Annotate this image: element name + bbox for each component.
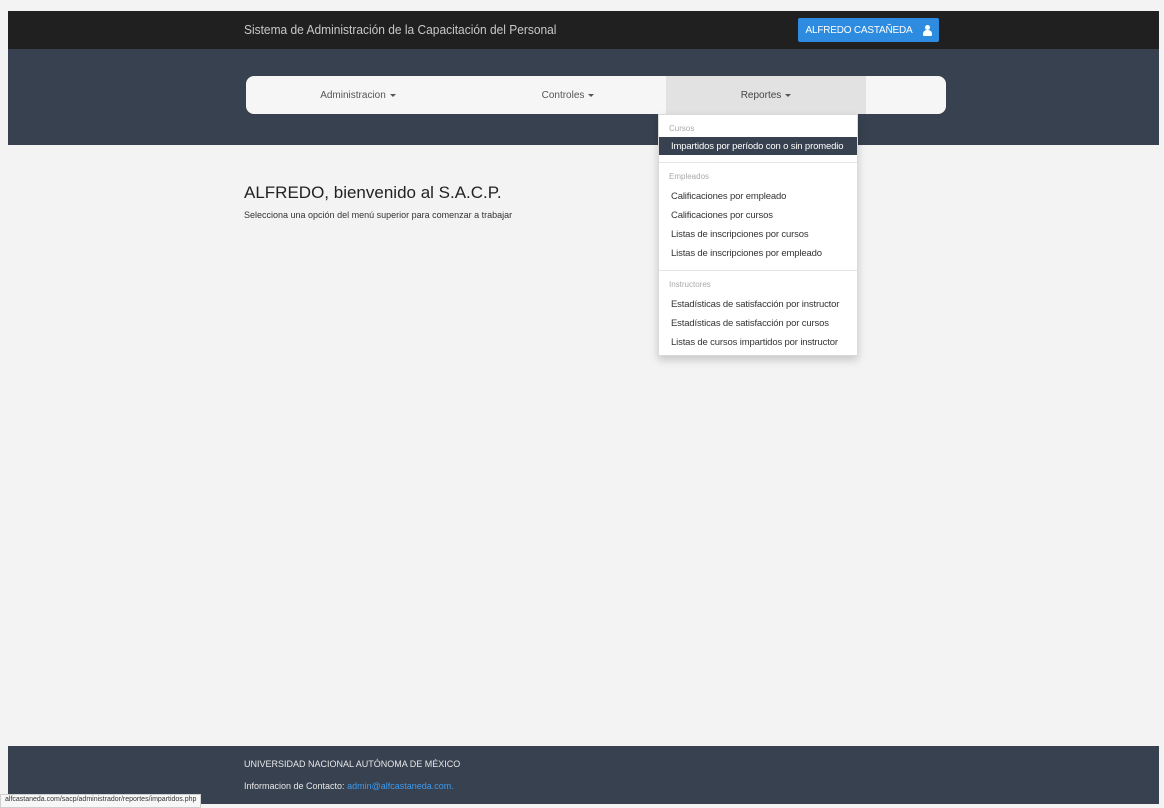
footer-contact-label: Informacion de Contacto: — [244, 781, 345, 791]
menu-item-satisfaccion-por-cursos[interactable]: Estadísticas de satisfacción por cursos — [659, 314, 857, 332]
menu-item-impartidos-por-periodo[interactable]: Impartidos por período con o sin promedi… — [659, 137, 857, 155]
browser-status-url: alfcastaneda.com/sacp/administrador/repo… — [0, 794, 202, 808]
top-bar: Sistema de Administración de la Capacita… — [8, 11, 1159, 49]
nav-reportes[interactable]: Reportes — [666, 76, 866, 114]
system-title: Sistema de Administración de la Capacita… — [244, 22, 557, 37]
menu-item-inscripciones-por-empleado[interactable]: Listas de inscripciones por empleado — [659, 244, 857, 262]
welcome-title: ALFREDO, bienvenido al S.A.C.P. — [244, 183, 502, 202]
dropdown-divider — [659, 162, 857, 163]
nav-administracion-label: Administracion — [320, 89, 386, 101]
user-icon — [922, 24, 932, 36]
nav-band: Administracion Controles Reportes — [8, 49, 1159, 145]
footer-contact-email-link[interactable]: admin@alfcastaneda.com. — [347, 781, 454, 791]
user-button-label: ALFREDO CASTAÑEDA — [805, 24, 913, 36]
nav-administracion[interactable]: Administracion — [246, 76, 470, 114]
menu-item-calificaciones-por-cursos[interactable]: Calificaciones por cursos — [659, 206, 857, 224]
menu-item-inscripciones-por-cursos[interactable]: Listas de inscripciones por cursos — [659, 225, 857, 243]
nav-controles-label: Controles — [541, 89, 585, 101]
footer-contact: Informacion de Contacto: admin@alfcastan… — [244, 781, 454, 791]
dropdown-divider — [659, 270, 857, 271]
caret-down-icon — [389, 93, 396, 97]
caret-down-icon — [588, 93, 595, 97]
dropdown-header-cursos: Cursos — [669, 124, 695, 133]
dropdown-header-empleados: Empleados — [669, 172, 710, 181]
menu-item-cursos-por-instructor[interactable]: Listas de cursos impartidos por instruct… — [659, 333, 857, 351]
caret-down-icon — [785, 93, 792, 97]
welcome-subtitle: Selecciona una opción del menú superior … — [244, 210, 513, 220]
menu-item-calificaciones-por-empleado[interactable]: Calificaciones por empleado — [659, 187, 857, 205]
dropdown-header-instructores: Instructores — [669, 280, 711, 289]
nav-controles[interactable]: Controles — [470, 76, 666, 114]
nav-reportes-label: Reportes — [740, 89, 782, 101]
reportes-dropdown-menu: Cursos Impartidos por período con o sin … — [658, 114, 858, 356]
main-navbar: Administracion Controles Reportes — [246, 76, 946, 114]
menu-item-satisfaccion-por-instructor[interactable]: Estadísticas de satisfacción por instruc… — [659, 295, 857, 313]
user-button[interactable]: ALFREDO CASTAÑEDA — [798, 18, 939, 42]
footer-university: UNIVERSIDAD NACIONAL AUTÓNOMA DE MÉXICO — [244, 759, 461, 769]
